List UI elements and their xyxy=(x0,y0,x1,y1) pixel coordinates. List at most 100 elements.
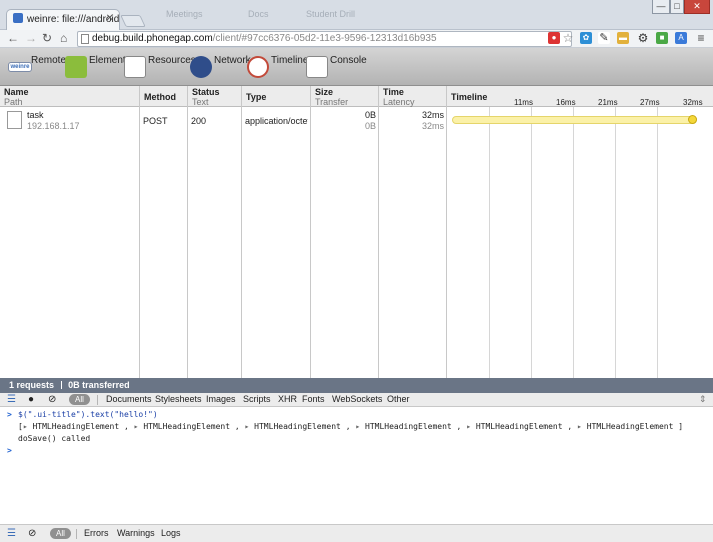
maximize-button[interactable]: □ xyxy=(670,0,684,14)
list-view-icon[interactable]: ☰ xyxy=(7,394,16,405)
console-filter-all[interactable]: All xyxy=(50,528,71,539)
eyedropper-icon[interactable]: ✎ xyxy=(598,32,610,44)
expand-arrow-icon[interactable]: ▸ xyxy=(577,422,582,431)
filter-scripts[interactable]: Scripts xyxy=(243,394,271,404)
extension-gear-icon[interactable]: ✿ xyxy=(580,32,592,44)
column-divider xyxy=(187,107,188,378)
result-element[interactable]: HTMLHeadingElement xyxy=(143,422,230,431)
clear-console-icon[interactable]: ⊘ xyxy=(28,528,36,539)
record-icon[interactable]: ● xyxy=(28,394,34,405)
result-element[interactable]: HTMLHeadingElement xyxy=(365,422,452,431)
column-header-status[interactable]: Status Text xyxy=(188,86,242,107)
settings-gear-icon[interactable]: ⚙ xyxy=(637,32,649,44)
column-divider xyxy=(139,107,140,378)
panel-timeline[interactable]: Timeline xyxy=(247,52,308,82)
new-tab-button[interactable] xyxy=(120,15,146,27)
minimize-button[interactable]: — xyxy=(652,0,670,14)
console-filter-errors[interactable]: Errors xyxy=(84,528,109,538)
panel-label: Remote xyxy=(31,55,67,66)
result-element[interactable]: HTMLHeadingElement xyxy=(32,422,119,431)
browser-titlebar: weinre: file:///android_as ✕ Meetings Do… xyxy=(0,0,713,30)
request-transfer: 0B xyxy=(364,121,376,131)
console-output[interactable]: > $(".ui-title").text("hello!") [▸ HTMLH… xyxy=(0,407,713,524)
column-subtitle: Path xyxy=(4,97,23,107)
url-host: debug.build.phonegap.com xyxy=(92,33,213,44)
translate-icon[interactable]: A xyxy=(675,32,687,44)
console-log-message: doSave() called xyxy=(18,434,91,443)
adblock-icon[interactable]: ● xyxy=(548,32,560,44)
request-method: POST xyxy=(143,116,168,126)
filter-fonts[interactable]: Fonts xyxy=(302,394,325,404)
result-element[interactable]: HTMLHeadingElement xyxy=(587,422,674,431)
reload-icon[interactable]: ↻ xyxy=(42,31,52,45)
request-size: 0B xyxy=(364,110,376,120)
expand-arrow-icon[interactable]: ▸ xyxy=(245,422,250,431)
page-icon xyxy=(81,34,89,44)
divider xyxy=(76,529,77,539)
panel-resources[interactable]: Resources xyxy=(124,52,196,82)
extension-icon[interactable]: ▬ xyxy=(617,32,629,44)
filter-documents[interactable]: Documents xyxy=(106,394,152,404)
result-element[interactable]: HTMLHeadingElement xyxy=(476,422,563,431)
console-drawer-icon[interactable]: ☰ xyxy=(7,528,16,539)
request-time: 32ms xyxy=(421,110,444,120)
close-window-button[interactable]: ✕ xyxy=(684,0,710,14)
timeline-gridline xyxy=(489,107,490,378)
expand-arrow-icon[interactable]: ▸ xyxy=(134,422,139,431)
console-filter-warnings[interactable]: Warnings xyxy=(117,528,155,538)
file-icon xyxy=(7,111,22,129)
expand-arrow-icon[interactable]: ▸ xyxy=(466,422,471,431)
console-prompt: > xyxy=(7,410,12,419)
faded-tab-label: Student Drill xyxy=(306,9,356,19)
evernote-icon[interactable]: ■ xyxy=(656,32,668,44)
expand-arrow-icon[interactable]: ▸ xyxy=(355,422,360,431)
clear-icon[interactable]: ⊘ xyxy=(48,394,56,405)
column-header-time[interactable]: Time Latency xyxy=(379,86,447,107)
column-title: Size xyxy=(315,87,334,97)
request-path: 192.168.1.17 xyxy=(27,121,80,131)
timeline-tick: 16ms xyxy=(556,98,576,107)
network-grid-header: Name Path Method Status Text Type Size T… xyxy=(0,86,713,107)
url-path: /client/#97cc6376-05d2-11e3-9596-12313d1… xyxy=(212,33,437,44)
divider xyxy=(97,395,98,405)
filter-stylesheets[interactable]: Stylesheets xyxy=(155,394,202,404)
panel-console[interactable]: Console xyxy=(306,52,367,82)
filter-websockets[interactable]: WebSockets xyxy=(332,394,382,404)
result-element[interactable]: HTMLHeadingElement xyxy=(254,422,341,431)
console-command: $(".ui-title").text("hello!") xyxy=(18,410,158,419)
back-icon[interactable]: ← xyxy=(7,31,19,45)
filter-other[interactable]: Other xyxy=(387,394,410,404)
menu-icon[interactable]: ≡ xyxy=(695,32,707,44)
console-filter-logs[interactable]: Logs xyxy=(161,528,181,538)
column-subtitle: Latency xyxy=(383,97,415,107)
column-header-size[interactable]: Size Transfer xyxy=(311,86,379,107)
address-bar[interactable]: debug.build.phonegap.com/client/#97cc637… xyxy=(77,31,572,47)
panel-elements[interactable]: Elements xyxy=(65,52,131,82)
column-header-timeline[interactable]: Timeline xyxy=(447,86,713,107)
expand-arrow-icon[interactable]: ▸ xyxy=(23,422,28,431)
console-input-prompt[interactable]: > xyxy=(7,446,12,455)
elements-icon xyxy=(65,56,87,78)
table-row[interactable]: task 192.168.1.17 POST 200 application/o… xyxy=(0,107,713,133)
panel-network[interactable]: Network xyxy=(190,52,251,82)
column-header-method[interactable]: Method xyxy=(140,86,188,107)
forward-icon[interactable]: → xyxy=(25,31,37,45)
network-filter-bar: ☰ ● ⊘ All Documents Stylesheets Images S… xyxy=(0,393,713,407)
browser-tab[interactable]: weinre: file:///android_as ✕ xyxy=(6,9,120,30)
timeline-tick: 11ms xyxy=(514,98,533,107)
filter-xhr[interactable]: XHR xyxy=(278,394,297,404)
bookmark-star-icon[interactable]: ☆ xyxy=(562,32,574,44)
column-header-type[interactable]: Type xyxy=(242,86,311,107)
resources-icon xyxy=(124,56,146,78)
panel-remote[interactable]: weinre Remote xyxy=(8,52,68,82)
close-tab-icon[interactable]: ✕ xyxy=(106,13,114,24)
result-bracket: ] xyxy=(678,422,684,431)
resize-handle-icon[interactable]: ⇕ xyxy=(699,394,707,405)
filter-all[interactable]: All xyxy=(69,394,90,405)
panel-label: Resources xyxy=(148,55,196,66)
timeline-tick: 27ms xyxy=(640,98,660,107)
console-result[interactable]: [▸ HTMLHeadingElement , ▸ HTMLHeadingEle… xyxy=(18,422,683,431)
filter-images[interactable]: Images xyxy=(206,394,236,404)
column-header-name[interactable]: Name Path xyxy=(0,86,140,107)
home-icon[interactable]: ⌂ xyxy=(60,31,67,45)
